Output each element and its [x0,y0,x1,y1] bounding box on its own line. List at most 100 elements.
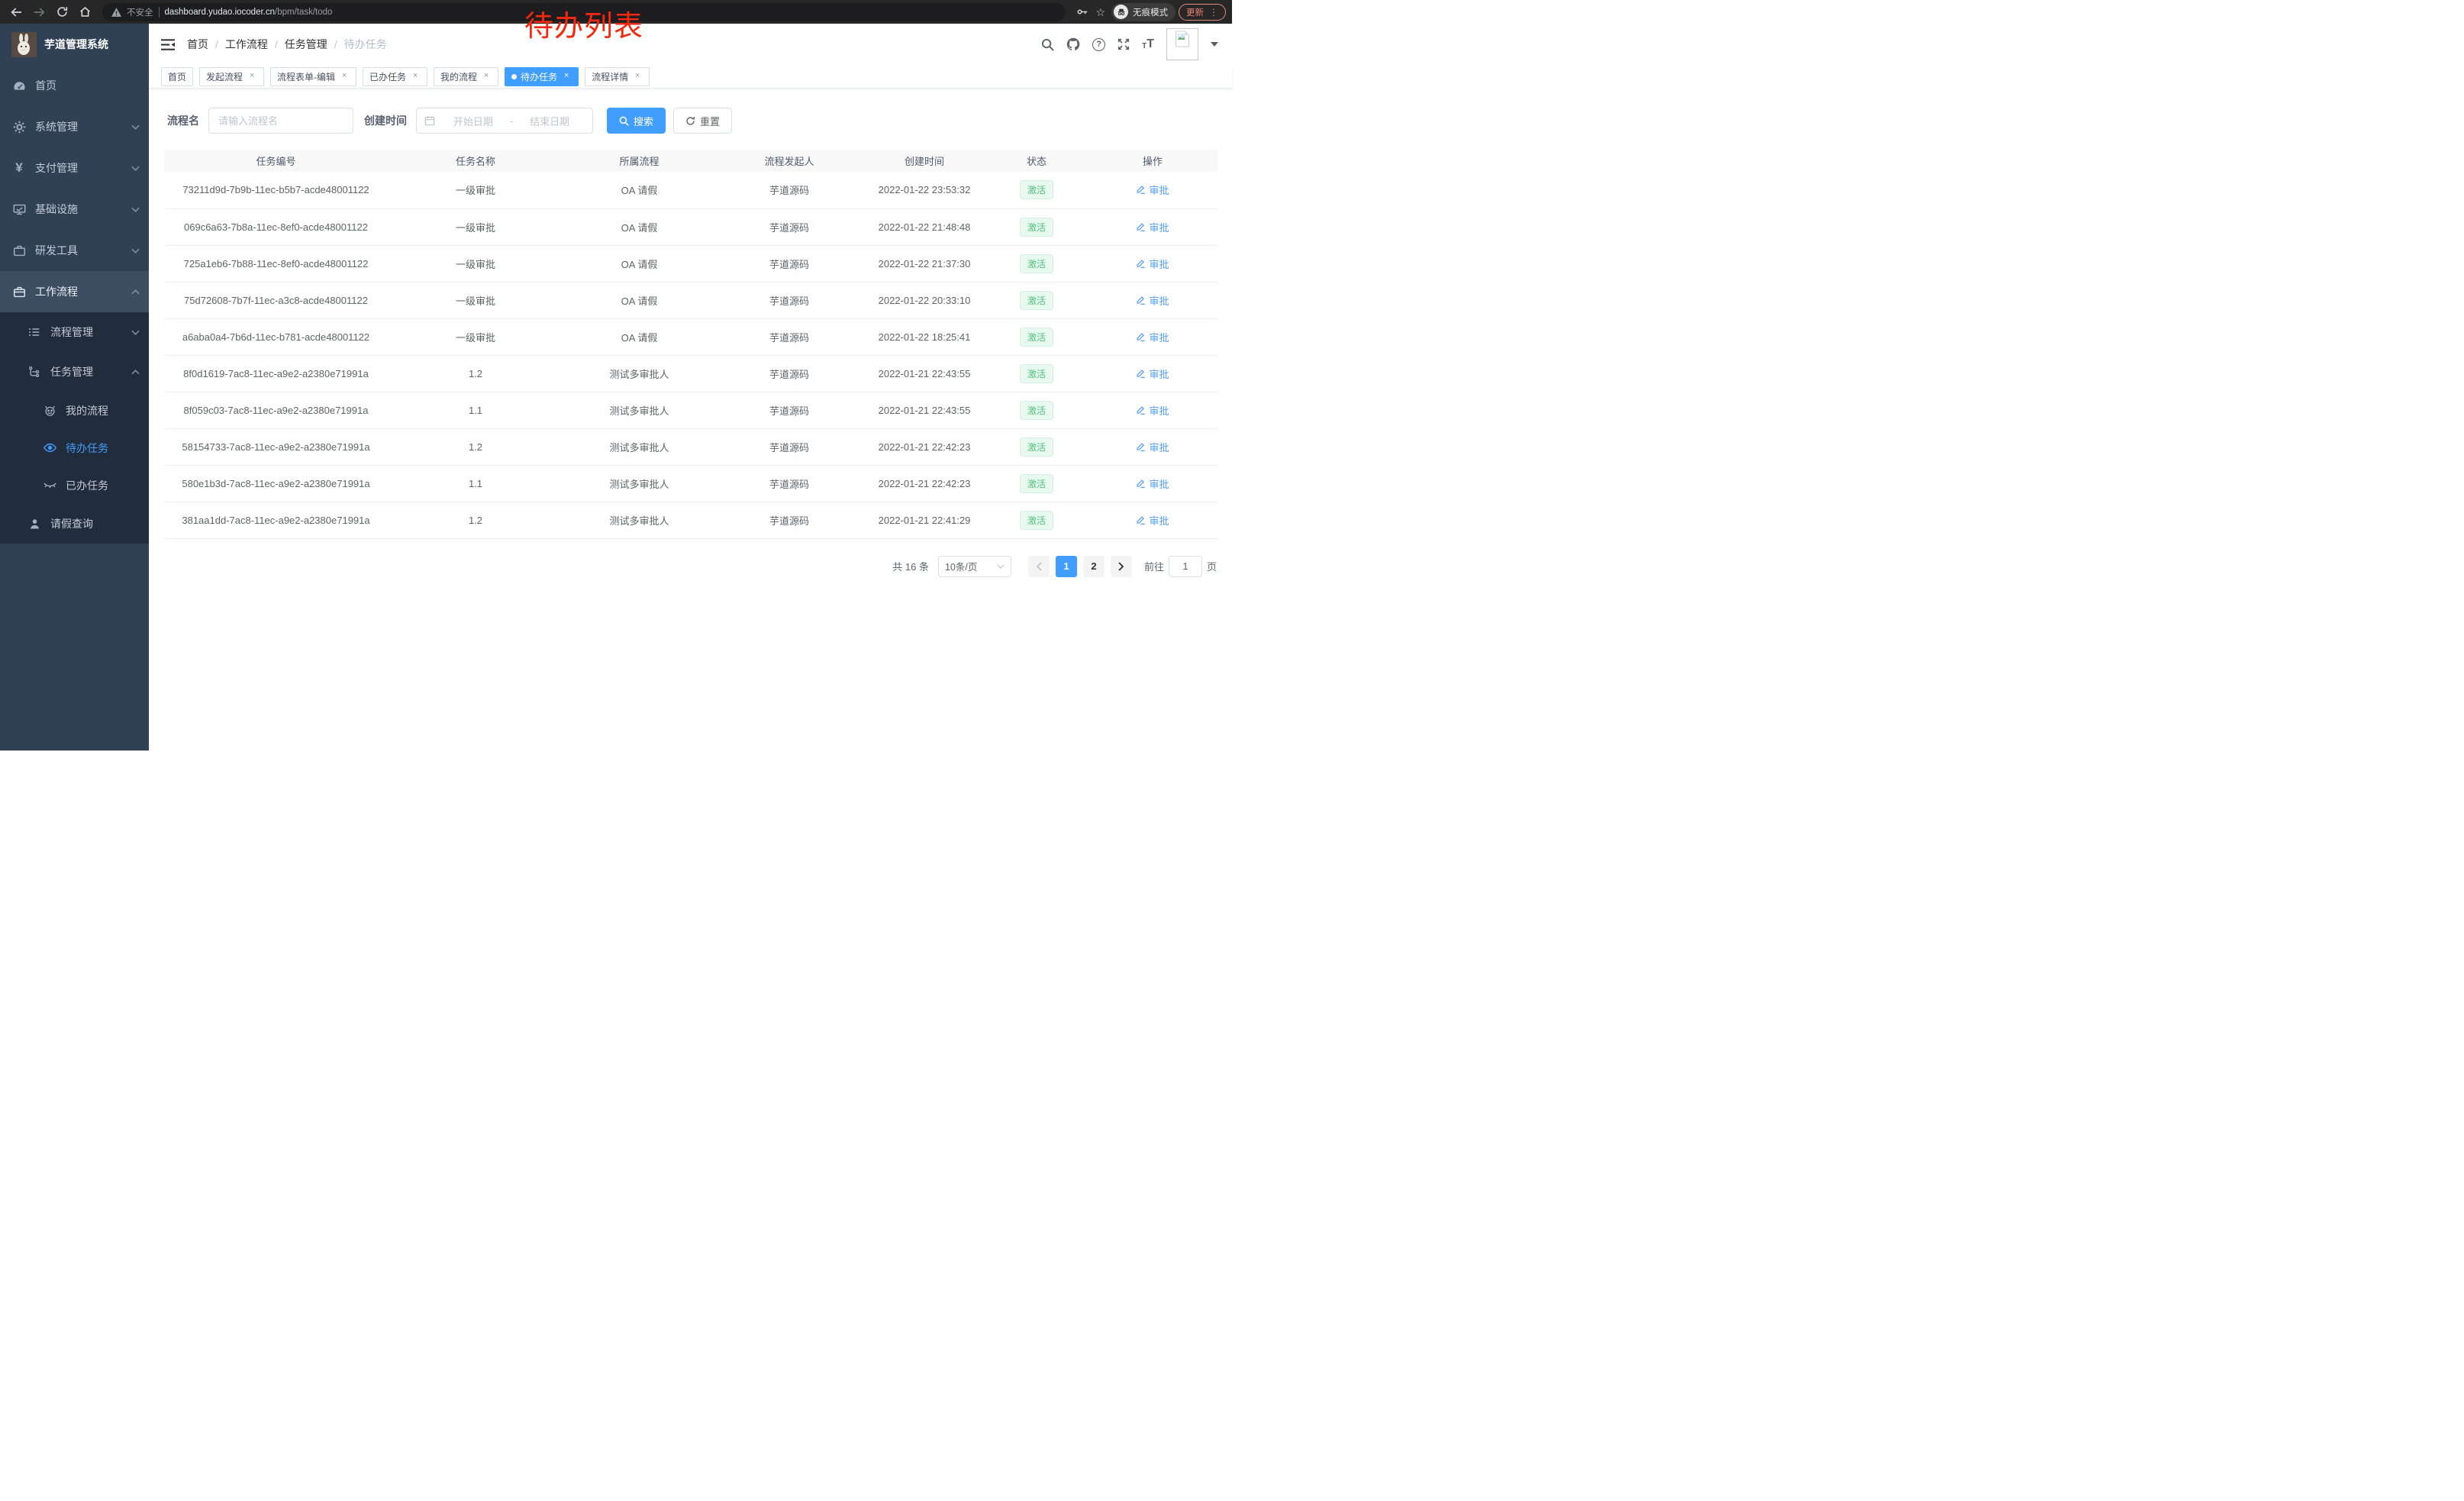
yen-icon: ¥ [11,160,27,176]
approve-link[interactable]: 审批 [1136,403,1169,418]
date-range-picker[interactable]: 开始日期 - 结束日期 [416,108,593,134]
page-size-select[interactable]: 10条/页 [938,556,1011,577]
approve-link[interactable]: 审批 [1136,476,1169,491]
sidebar-item-leave-query[interactable]: 请假查询 [0,504,149,544]
github-icon[interactable] [1066,37,1080,51]
breadcrumb-workflow[interactable]: 工作流程 [225,37,268,52]
approve-link[interactable]: 审批 [1136,257,1169,271]
approve-link[interactable]: 审批 [1136,440,1169,454]
approve-link[interactable]: 审批 [1136,513,1169,528]
close-icon[interactable]: × [481,71,492,82]
eye-icon [41,443,58,453]
tag-start-process[interactable]: 发起流程× [199,67,264,86]
edit-pencil-icon [1136,442,1146,452]
reset-button[interactable]: 重置 [673,108,732,134]
page-content: 流程名 创建时间 开始日期 - 结束日期 搜索 重置 [149,89,1232,750]
task-name-cell: 一级审批 [388,318,563,355]
sidebar-item-my-process[interactable]: 我的流程 [0,392,149,429]
sidebar-item-home[interactable]: 首页 [0,65,149,106]
task-name-cell: 一级审批 [388,282,563,318]
browser-forward-button[interactable] [29,3,49,21]
sidebar-item-todo-tasks[interactable]: 待办任务 [0,429,149,466]
search-button[interactable]: 搜索 [607,108,666,134]
table-header-row: 任务编号 任务名称 所属流程 流程发起人 创建时间 状态 操作 [164,150,1217,172]
breadcrumb-home[interactable]: 首页 [187,37,208,52]
close-icon[interactable]: × [561,71,572,82]
table-row: 8f0d1619-7ac8-11ec-a9e2-a2380e71991a 1.2… [164,355,1217,392]
browser-menu-icon[interactable]: ⋮ [1209,7,1218,18]
chevron-down-icon [131,330,140,335]
next-page-button[interactable] [1111,556,1132,577]
created-time-cell: 2022-01-22 23:53:32 [863,172,985,208]
help-icon[interactable]: ? [1092,38,1105,51]
close-icon[interactable]: × [339,71,350,82]
dashboard-icon [11,79,27,92]
approve-link[interactable]: 审批 [1136,366,1169,381]
action-cell: 审批 [1088,355,1217,392]
approve-link[interactable]: 审批 [1136,293,1169,308]
process-cell: 测试多审批人 [563,465,715,502]
security-warning-icon[interactable] [111,8,121,17]
approve-link[interactable]: 审批 [1136,182,1169,197]
breadcrumb-task-management[interactable]: 任务管理 [285,37,327,52]
process-cell: OA 请假 [563,282,715,318]
sidebar-item-done-tasks[interactable]: 已办任务 [0,466,149,504]
browser-back-button[interactable] [6,3,26,21]
created-time-cell: 2022-01-21 22:43:55 [863,355,985,392]
security-label: 不安全 [127,6,153,18]
app-logo-row[interactable]: 芋道管理系统 [0,24,149,65]
status-cell: 激活 [985,428,1088,465]
status-cell: 激活 [985,282,1088,318]
status-cell: 激活 [985,208,1088,245]
sidebar-item-payment[interactable]: ¥ 支付管理 [0,147,149,189]
sidebar-item-devtools[interactable]: 研发工具 [0,230,149,271]
sidebar-item-system[interactable]: 系统管理 [0,106,149,147]
bookmark-star-icon[interactable]: ☆ [1095,7,1105,18]
address-bar[interactable]: 不安全 dashboard.yudao.iocoder.cn/bpm/task/… [102,3,1066,21]
tag-home[interactable]: 首页 [161,67,193,86]
sidebar-collapse-icon[interactable] [161,38,175,51]
prev-page-button[interactable] [1028,556,1050,577]
task-id-cell: 069c6a63-7b8a-11ec-8ef0-acde48001122 [164,208,388,245]
sidebar-item-workflow[interactable]: 工作流程 [0,271,149,312]
tag-todo-tasks[interactable]: 待办任务× [505,67,579,86]
total-count: 共 16 条 [892,559,929,573]
tag-process-form-edit[interactable]: 流程表单-编辑× [270,67,356,86]
tag-done-tasks[interactable]: 已办任务× [363,67,427,86]
avatar[interactable] [1166,28,1198,60]
table-row: a6aba0a4-7b6d-11ec-b781-acde48001122 一级审… [164,318,1217,355]
goto-page-input[interactable] [1169,556,1202,577]
search-icon[interactable] [1041,38,1054,51]
process-name-input[interactable] [208,108,353,134]
page-button-2[interactable]: 2 [1083,556,1105,577]
sidebar-item-infrastructure[interactable]: 基础设施 [0,189,149,230]
close-icon[interactable]: × [410,71,421,82]
breadcrumb-current: 待办任务 [344,37,387,52]
avatar-dropdown-caret[interactable] [1211,42,1218,47]
action-cell: 审批 [1088,465,1217,502]
font-size-icon[interactable]: TT [1142,38,1154,50]
action-cell: 审批 [1088,172,1217,208]
tasks-table: 任务编号 任务名称 所属流程 流程发起人 创建时间 状态 操作 73211d9d… [164,150,1217,539]
created-time-cell: 2022-01-21 22:42:23 [863,465,985,502]
page-button-1[interactable]: 1 [1056,556,1077,577]
column-process: 所属流程 [563,150,715,172]
close-icon[interactable]: × [247,71,257,82]
created-time-cell: 2022-01-22 21:37:30 [863,245,985,282]
browser-home-button[interactable] [75,3,95,21]
password-key-icon[interactable] [1076,6,1088,18]
chevron-down-icon [131,124,140,130]
browser-reload-button[interactable] [52,3,72,21]
close-icon[interactable]: × [632,71,643,82]
tag-process-detail[interactable]: 流程详情× [585,67,650,86]
sidebar-item-process-management[interactable]: 流程管理 [0,312,149,352]
tag-my-process[interactable]: 我的流程× [434,67,498,86]
process-cell: OA 请假 [563,318,715,355]
browser-update-button[interactable]: 更新 ⋮ [1179,4,1226,21]
sidebar-item-task-management[interactable]: 任务管理 [0,352,149,392]
list-icon [26,326,43,338]
approve-link[interactable]: 审批 [1136,330,1169,344]
approve-link[interactable]: 审批 [1136,220,1169,234]
fullscreen-icon[interactable] [1118,38,1130,50]
process-cell: OA 请假 [563,208,715,245]
